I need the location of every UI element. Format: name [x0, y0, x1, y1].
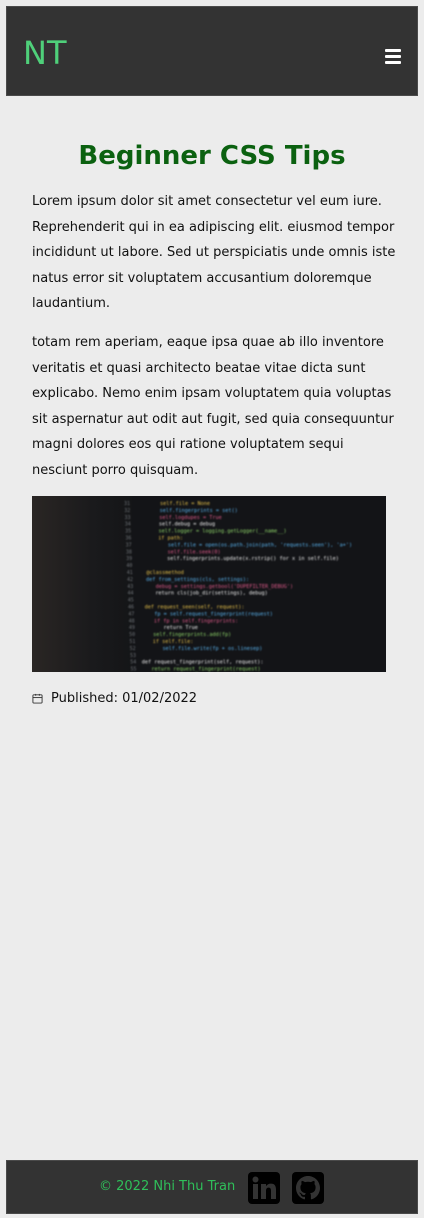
- code-line-number: 48: [129, 618, 135, 624]
- copyright-text: © 2022 Nhi Thu Tran: [99, 1179, 236, 1194]
- code-line-number: 52: [130, 646, 136, 652]
- code-line: def request_fingerprint(self, request):: [142, 660, 264, 666]
- code-line: return True: [164, 625, 198, 631]
- code-line-number: 47: [128, 611, 134, 617]
- article-paragraph-1: Lorem ipsum dolor sit amet consectetur v…: [32, 194, 396, 312]
- code-line: self.fingerprints = set(): [160, 508, 238, 514]
- code-line-number: 35: [125, 529, 131, 535]
- code-line-number: 32: [124, 508, 130, 514]
- site-footer: © 2022 Nhi Thu Tran: [6, 1160, 418, 1214]
- menu-bar: [385, 61, 401, 64]
- code-line-number: 34: [125, 522, 131, 528]
- code-line-number: 40: [126, 563, 132, 569]
- menu-bar: [385, 55, 401, 58]
- code-line-number: 46: [128, 605, 134, 611]
- hamburger-menu-icon[interactable]: [385, 49, 405, 67]
- code-editor-image: 31 self.file = None 32 self.fingerprints = …: [124, 501, 352, 672]
- code-line: self.logdupes = True: [159, 515, 221, 521]
- code-line: self.debug = debug: [159, 522, 215, 528]
- code-line: return cls(job_dir(settings), debug): [155, 591, 267, 597]
- published-label: Published: 01/02/2022: [51, 690, 198, 706]
- calendar-icon: [32, 693, 43, 704]
- code-line-number: 39: [126, 556, 132, 562]
- github-icon[interactable]: [291, 1171, 325, 1205]
- code-line-number: 50: [129, 632, 135, 638]
- article-paragraph-2: totam rem aperiam, eaque ipsa quae ab il…: [32, 335, 394, 478]
- code-line-number: 36: [125, 536, 131, 542]
- code-line: return request_fingerprint(request): [151, 667, 260, 672]
- code-line: if fp in self.fingerprints:: [154, 618, 238, 624]
- code-line-number: 51: [129, 639, 135, 645]
- code-line-number: 41: [127, 570, 133, 576]
- code-line-number: 44: [128, 591, 134, 597]
- menu-bar: [385, 49, 401, 52]
- page: NT Beginner CSS Tips Lorem ipsum dolor s…: [0, 0, 424, 1218]
- code-line: self.file = None: [160, 501, 210, 507]
- code-line-number: 45: [128, 598, 134, 604]
- code-line-number: 49: [129, 625, 135, 631]
- code-line: self.file = open(os.path.join(path, 'req…: [168, 542, 352, 548]
- code-line-number: 55: [130, 667, 136, 672]
- article-title: Beginner CSS Tips: [78, 141, 346, 171]
- code-line: if self.file:: [153, 639, 194, 645]
- code-line-number: 54: [130, 660, 136, 666]
- code-line: self.logger = logging.getLogger(__name__…: [159, 529, 287, 535]
- code-line: self.fingerprints.update(x.rstrip() for …: [167, 556, 339, 562]
- site-header: NT: [6, 6, 418, 96]
- code-line: if path:: [158, 536, 183, 542]
- article-image: 31 self.file = None 32 self.fingerprints = …: [32, 496, 386, 672]
- code-line: debug = settings.getbool('DUPEFILTER_DEB…: [156, 584, 293, 590]
- code-line: def request_seen(self, request):: [145, 605, 245, 611]
- code-line-number: 33: [125, 515, 131, 521]
- published-date: Published: 01/02/2022: [32, 688, 197, 708]
- code-line: @classmethod: [146, 570, 183, 576]
- code-line-number: 38: [126, 549, 132, 555]
- code-line: def from_settings(cls, settings):: [146, 577, 249, 583]
- code-line: self.file.seek(0): [167, 549, 220, 555]
- code-line-number: 42: [127, 577, 133, 583]
- code-line-number: 37: [126, 542, 132, 548]
- site-logo[interactable]: NT: [23, 35, 66, 71]
- linkedin-icon[interactable]: [247, 1171, 281, 1205]
- code-line: self.file.write(fp + os.linesep): [162, 646, 262, 652]
- code-line-number: 31: [124, 501, 130, 507]
- code-line: self.fingerprints.add(fp): [153, 632, 231, 638]
- code-line-number: 43: [127, 584, 133, 590]
- code-line-number: 53: [130, 653, 136, 659]
- code-line: fp = self.request_fingerprint(request): [154, 611, 273, 617]
